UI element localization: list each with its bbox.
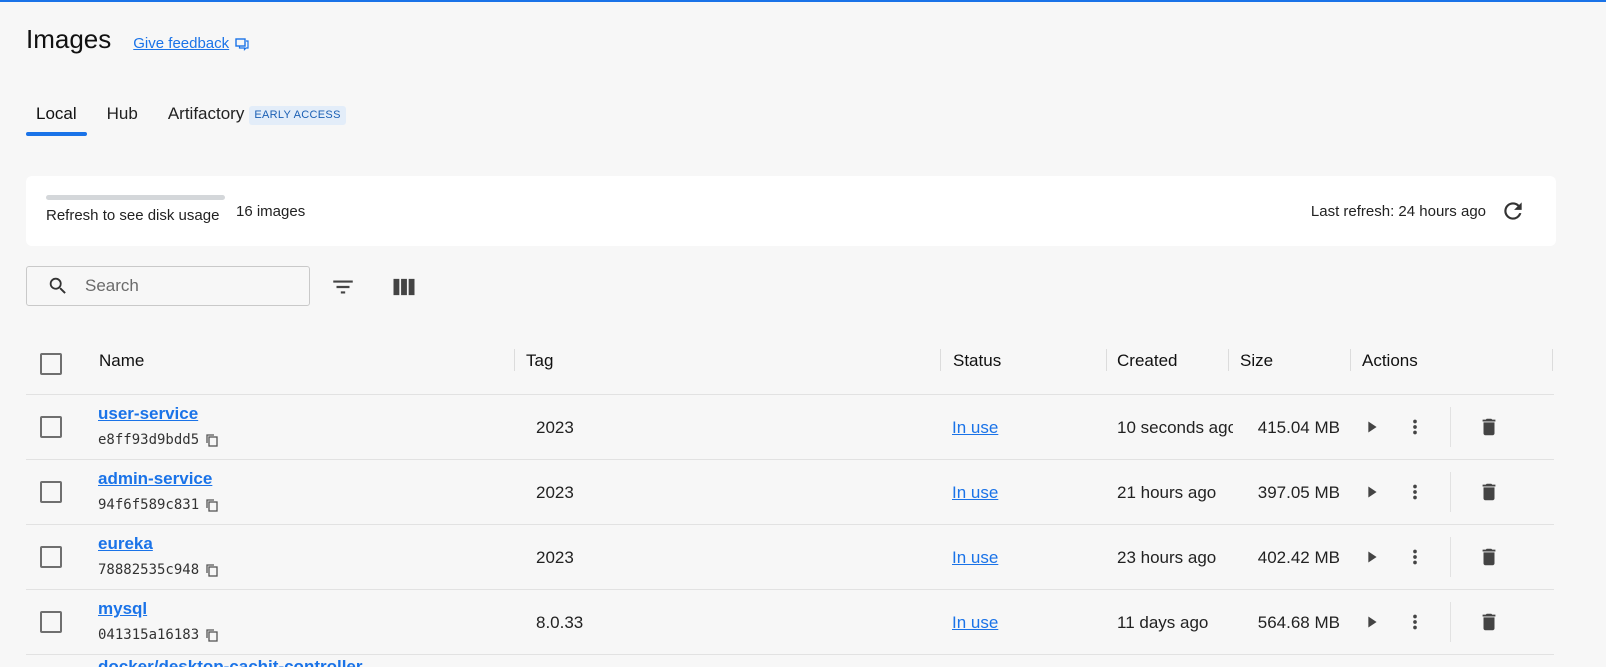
image-id-value: 041315a16183 — [98, 627, 200, 643]
table-row: admin-service 94f6f589c831 2023 In use 2… — [26, 460, 1554, 525]
action-divider — [1450, 407, 1451, 447]
more-vert-icon[interactable] — [1404, 416, 1426, 438]
status-link[interactable]: In use — [952, 548, 998, 568]
play-icon[interactable] — [1361, 481, 1383, 503]
image-count: 16 images — [236, 203, 306, 220]
table-row: mysql 041315a16183 8.0.33 In use 11 days… — [26, 590, 1554, 655]
search-input[interactable] — [85, 276, 285, 296]
filter-icon[interactable] — [330, 274, 356, 300]
image-size: 415.04 MB — [1257, 418, 1340, 437]
column-divider[interactable] — [1106, 349, 1107, 371]
tab-local[interactable]: Local — [26, 100, 87, 136]
row-checkbox[interactable] — [40, 611, 62, 633]
copy-icon[interactable] — [205, 498, 219, 512]
give-feedback-label: Give feedback — [133, 35, 230, 52]
image-tag: 8.0.33 — [536, 613, 584, 632]
search-icon — [49, 277, 66, 294]
action-divider — [1450, 472, 1451, 512]
page-header: Images Give feedback — [26, 24, 249, 55]
refresh-icon[interactable] — [1500, 198, 1526, 224]
trash-icon[interactable] — [1478, 481, 1500, 503]
column-divider[interactable] — [1228, 349, 1229, 371]
image-id: 94f6f589c831 — [98, 497, 219, 513]
image-name-link[interactable]: user-service — [98, 404, 198, 424]
image-size: 564.68 MB — [1257, 613, 1340, 632]
more-vert-icon[interactable] — [1404, 546, 1426, 568]
action-divider — [1450, 537, 1451, 577]
image-id-value: 94f6f589c831 — [98, 497, 200, 513]
disk-usage-card: Refresh to see disk usage 16 images Last… — [26, 176, 1556, 246]
copy-icon[interactable] — [205, 628, 219, 642]
column-divider[interactable] — [1350, 349, 1351, 371]
image-id: e8ff93d9bdd5 — [98, 432, 219, 448]
created-time: 21 hours ago — [1117, 483, 1217, 502]
row-checkbox[interactable] — [40, 481, 62, 503]
status-link[interactable]: In use — [952, 418, 998, 438]
image-id-value: 78882535c948 — [98, 562, 200, 578]
created-time: 11 days ago — [1117, 613, 1209, 632]
status-link[interactable]: In use — [952, 483, 998, 503]
play-icon[interactable] — [1361, 546, 1383, 568]
row-checkbox[interactable] — [40, 416, 62, 438]
more-vert-icon[interactable] — [1404, 611, 1426, 633]
select-all-checkbox[interactable] — [40, 353, 62, 375]
trash-icon[interactable] — [1478, 546, 1500, 568]
disk-usage-bar — [46, 195, 225, 200]
column-header-size[interactable]: Size — [1240, 351, 1273, 371]
copy-icon[interactable] — [205, 563, 219, 577]
copy-icon[interactable] — [205, 433, 219, 447]
columns-icon[interactable] — [390, 273, 418, 301]
tab-local-label: Local — [36, 104, 77, 123]
image-source-tabs: Local Hub Artifactory EARLY ACCESS — [26, 100, 356, 136]
image-id: 78882535c948 — [98, 562, 219, 578]
table-header: Name Tag Status Created Size Actions — [26, 335, 1554, 395]
image-id-value: e8ff93d9bdd5 — [98, 432, 200, 448]
tab-artifactory[interactable]: Artifactory EARLY ACCESS — [158, 100, 356, 136]
created-time: 10 seconds ago — [1117, 418, 1233, 437]
row-checkbox[interactable] — [40, 546, 62, 568]
action-divider — [1450, 602, 1451, 642]
column-divider[interactable] — [1552, 349, 1553, 371]
give-feedback-link[interactable]: Give feedback — [133, 35, 249, 52]
image-tag: 2023 — [536, 418, 574, 437]
column-divider[interactable] — [940, 349, 941, 371]
image-tag: 2023 — [536, 483, 574, 502]
image-id: 041315a16183 — [98, 627, 219, 643]
column-divider[interactable] — [514, 349, 515, 371]
column-header-name[interactable]: Name — [99, 351, 144, 371]
column-header-actions: Actions — [1362, 351, 1418, 370]
created-time: 23 hours ago — [1117, 548, 1217, 567]
status-link[interactable]: In use — [952, 613, 998, 633]
tab-hub[interactable]: Hub — [97, 100, 148, 136]
search-field[interactable] — [26, 266, 310, 306]
page-title: Images — [26, 24, 112, 54]
trash-icon[interactable] — [1478, 416, 1500, 438]
image-size: 402.42 MB — [1257, 548, 1340, 567]
image-tag: 2023 — [536, 548, 574, 567]
column-header-created[interactable]: Created — [1117, 351, 1177, 371]
play-icon[interactable] — [1361, 611, 1383, 633]
feedback-icon — [235, 37, 249, 51]
images-table: Name Tag Status Created Size Actions use… — [26, 335, 1554, 655]
disk-usage-text: Refresh to see disk usage — [46, 207, 220, 224]
tab-hub-label: Hub — [106, 104, 138, 123]
column-header-tag[interactable]: Tag — [526, 351, 553, 371]
image-name-link[interactable]: eureka — [98, 534, 153, 554]
image-name-link[interactable]: docker/desktop-cachit-controller — [98, 657, 363, 667]
early-access-badge: EARLY ACCESS — [249, 106, 346, 125]
image-size: 397.05 MB — [1257, 483, 1340, 502]
table-row: user-service e8ff93d9bdd5 2023 In use 10… — [26, 395, 1554, 460]
trash-icon[interactable] — [1478, 611, 1500, 633]
image-name-link[interactable]: admin-service — [98, 469, 212, 489]
play-icon[interactable] — [1361, 416, 1383, 438]
last-refresh-text: Last refresh: 24 hours ago — [1310, 203, 1486, 220]
more-vert-icon[interactable] — [1404, 481, 1426, 503]
image-name-link[interactable]: mysql — [98, 599, 147, 619]
tab-artifactory-label: Artifactory — [167, 104, 245, 123]
table-row: eureka 78882535c948 2023 In use 23 hours… — [26, 525, 1554, 590]
column-header-status[interactable]: Status — [953, 351, 1001, 371]
